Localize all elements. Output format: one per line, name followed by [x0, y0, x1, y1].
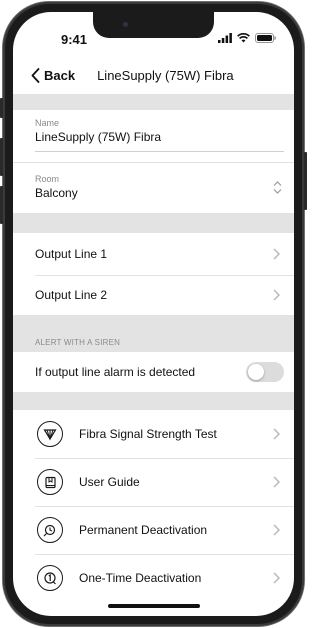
output-line-2-row[interactable]: Output Line 2: [13, 275, 294, 315]
siren-alert-toggle[interactable]: [246, 362, 284, 382]
phone-frame: 9:41 Back LineSupply (75W) Fibra Name Li…: [0, 2, 307, 626]
user-guide-row[interactable]: User Guide: [13, 458, 294, 506]
chevron-up-down-icon: [273, 181, 282, 194]
permanent-deactivation-row[interactable]: Permanent Deactivation: [13, 506, 294, 554]
volume-up-button: [0, 138, 3, 176]
signal-strength-test-label: Fibra Signal Strength Test: [79, 427, 217, 441]
one-time-deactivation-icon: [37, 565, 63, 591]
chevron-right-icon: [273, 476, 280, 488]
navigation-bar: Back LineSupply (75W) Fibra: [13, 58, 294, 92]
wifi-icon: [237, 33, 250, 43]
home-indicator[interactable]: [108, 604, 200, 608]
power-button: [304, 152, 307, 210]
toggle-knob: [248, 364, 264, 380]
battery-icon: [255, 33, 276, 43]
section-separator: [13, 94, 294, 110]
permanent-deactivation-label: Permanent Deactivation: [79, 523, 208, 537]
chevron-right-icon: [273, 289, 280, 301]
name-value: LineSupply (75W) Fibra: [35, 130, 162, 144]
cellular-signal-icon: [218, 33, 232, 43]
mute-switch: [0, 98, 3, 118]
output-line-2-label: Output Line 2: [35, 288, 108, 302]
volume-down-button: [0, 186, 3, 224]
output-line-1-label: Output Line 1: [35, 247, 108, 261]
one-time-deactivation-label: One-Time Deactivation: [79, 571, 202, 585]
permanent-deactivation-icon: [37, 517, 63, 543]
section-separator: [13, 213, 294, 233]
divider: [13, 162, 294, 163]
room-value: Balcony: [35, 186, 78, 200]
output-line-1-row[interactable]: Output Line 1: [13, 233, 294, 275]
chevron-left-icon: [31, 67, 40, 83]
room-select[interactable]: Room Balcony: [13, 174, 294, 200]
room-label: Room: [35, 174, 60, 184]
status-icons: [218, 33, 276, 43]
back-button[interactable]: Back: [31, 68, 75, 83]
chevron-right-icon: [273, 572, 280, 584]
signal-test-icon: [37, 421, 63, 447]
name-label: Name: [35, 118, 60, 128]
chevron-right-icon: [273, 428, 280, 440]
section-separator: [13, 392, 294, 410]
name-underline: [35, 151, 284, 152]
status-time: 9:41: [61, 32, 88, 47]
chevron-right-icon: [273, 524, 280, 536]
siren-alert-label: If output line alarm is detected: [35, 365, 196, 379]
signal-strength-test-row[interactable]: Fibra Signal Strength Test: [13, 410, 294, 458]
screen: 9:41 Back LineSupply (75W) Fibra Name Li…: [13, 12, 294, 616]
book-icon: [37, 469, 63, 495]
one-time-deactivation-row[interactable]: One-Time Deactivation: [13, 554, 294, 602]
user-guide-label: User Guide: [79, 475, 140, 489]
back-label: Back: [44, 67, 76, 83]
notch: [93, 12, 214, 38]
siren-section-caption: ALERT WITH A SIREN: [35, 338, 121, 347]
name-field[interactable]: Name LineSupply (75W) Fibra: [13, 118, 294, 144]
chevron-right-icon: [273, 248, 280, 260]
page-title: LineSupply (75W) Fibra: [97, 67, 234, 83]
camera: [123, 22, 128, 27]
